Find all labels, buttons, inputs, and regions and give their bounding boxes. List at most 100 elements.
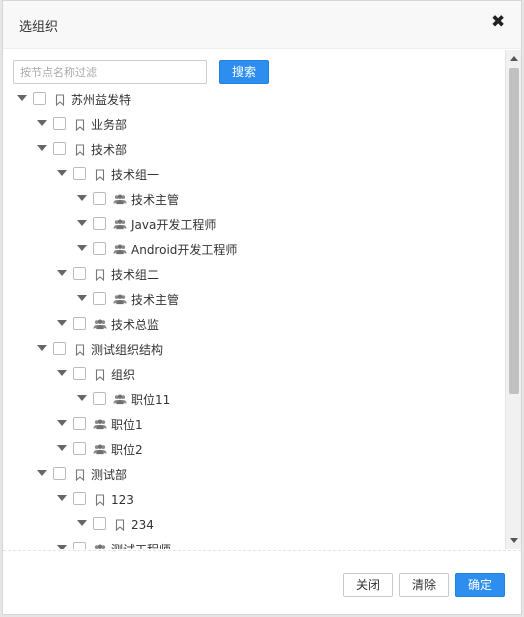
users-icon bbox=[93, 543, 107, 549]
tree-node-checkbox[interactable] bbox=[93, 516, 106, 530]
tree-node-label[interactable]: 技术组一 bbox=[111, 166, 159, 183]
tree-node-label[interactable]: 123 bbox=[111, 493, 134, 507]
expand-arrow-icon[interactable] bbox=[37, 470, 47, 476]
expand-arrow-icon[interactable] bbox=[37, 120, 47, 126]
scroll-down-arrow-icon[interactable] bbox=[510, 538, 518, 543]
tree-node-label[interactable]: 234 bbox=[131, 518, 154, 532]
tree-node-checkbox[interactable] bbox=[73, 441, 86, 455]
tree-node-label[interactable]: 职位1 bbox=[111, 416, 143, 433]
tree-node-checkbox[interactable] bbox=[53, 116, 66, 130]
tree-node[interactable]: 234 bbox=[77, 513, 154, 533]
search-button[interactable]: 搜索 bbox=[219, 60, 269, 84]
tree-node[interactable]: 业务部 bbox=[37, 113, 127, 133]
tree-node[interactable]: 技术总监 bbox=[57, 313, 159, 333]
expand-arrow-icon[interactable] bbox=[77, 220, 87, 226]
node-filter-input[interactable] bbox=[13, 60, 207, 84]
expand-arrow-icon[interactable] bbox=[57, 270, 67, 276]
tree-node-label[interactable]: 组织 bbox=[111, 366, 135, 383]
bookmark-icon bbox=[73, 468, 87, 482]
tree-node[interactable]: 职位11 bbox=[77, 388, 170, 408]
tree-node-checkbox[interactable] bbox=[33, 91, 46, 105]
tree-node-label[interactable]: 测试部 bbox=[91, 466, 127, 483]
expand-arrow-icon[interactable] bbox=[77, 395, 87, 401]
tree-node[interactable]: 技术主管 bbox=[77, 288, 179, 308]
clear-button[interactable]: 清除 bbox=[399, 573, 449, 597]
tree-node[interactable]: 组织 bbox=[57, 363, 135, 383]
tree-node[interactable]: 123 bbox=[57, 488, 134, 508]
tree-node-checkbox[interactable] bbox=[53, 341, 66, 355]
users-icon bbox=[113, 193, 127, 207]
bookmark-icon bbox=[93, 268, 107, 282]
tree-node-label[interactable]: 职位2 bbox=[111, 441, 143, 458]
tree-node-checkbox[interactable] bbox=[73, 541, 86, 549]
tree-node-label[interactable]: 技术总监 bbox=[111, 316, 159, 333]
expand-arrow-icon[interactable] bbox=[57, 445, 67, 451]
tree-node-checkbox[interactable] bbox=[73, 316, 86, 330]
users-icon bbox=[93, 443, 107, 457]
tree-node-checkbox[interactable] bbox=[73, 491, 86, 505]
tree-node-label[interactable]: Android开发工程师 bbox=[131, 241, 237, 258]
tree-node-label[interactable]: 技术部 bbox=[91, 141, 127, 158]
bookmark-icon bbox=[73, 143, 87, 157]
tree-node-checkbox[interactable] bbox=[73, 166, 86, 180]
users-icon bbox=[93, 418, 107, 432]
bookmark-icon bbox=[113, 518, 127, 532]
tree-node[interactable]: 苏州益发特 bbox=[17, 88, 131, 108]
vertical-scrollbar[interactable] bbox=[505, 50, 521, 549]
expand-arrow-icon[interactable] bbox=[77, 195, 87, 201]
expand-arrow-icon[interactable] bbox=[57, 320, 67, 326]
tree-node-label[interactable]: 测试组织结构 bbox=[91, 341, 163, 358]
tree-node-checkbox[interactable] bbox=[73, 266, 86, 280]
bookmark-icon bbox=[93, 368, 107, 382]
tree-node-label[interactable]: 业务部 bbox=[91, 116, 127, 133]
expand-arrow-icon[interactable] bbox=[77, 245, 87, 251]
tree-node[interactable]: Java开发工程师 bbox=[77, 213, 216, 233]
tree-node-label[interactable]: 技术主管 bbox=[131, 191, 179, 208]
expand-arrow-icon[interactable] bbox=[57, 495, 67, 501]
tree-node-checkbox[interactable] bbox=[93, 216, 106, 230]
tree-node-checkbox[interactable] bbox=[93, 191, 106, 205]
scroll-thumb[interactable] bbox=[509, 68, 519, 394]
tree-node-label[interactable]: 技术主管 bbox=[131, 291, 179, 308]
tree-node-checkbox[interactable] bbox=[93, 291, 106, 305]
scroll-up-arrow-icon[interactable] bbox=[510, 56, 518, 61]
dialog-body: 搜索 苏州益发特业务部技术部技术组一技术主管 Java开发工程师 Android开发… bbox=[3, 50, 521, 549]
tree-node-label[interactable]: 测试工程师 bbox=[111, 541, 171, 549]
users-icon bbox=[93, 318, 107, 332]
expand-arrow-icon[interactable] bbox=[37, 145, 47, 151]
expand-arrow-icon[interactable] bbox=[17, 95, 27, 101]
expand-arrow-icon[interactable] bbox=[57, 420, 67, 426]
expand-arrow-icon[interactable] bbox=[57, 545, 67, 549]
tree-node[interactable]: Android开发工程师 bbox=[77, 238, 237, 258]
tree-node[interactable]: 测试工程师 bbox=[57, 538, 171, 549]
tree-node[interactable]: 职位1 bbox=[57, 413, 143, 433]
tree-node[interactable]: 技术组一 bbox=[57, 163, 159, 183]
tree-node-checkbox[interactable] bbox=[93, 241, 106, 255]
confirm-button[interactable]: 确定 bbox=[455, 573, 505, 597]
close-icon[interactable]: ✖ bbox=[491, 13, 507, 31]
users-icon bbox=[113, 243, 127, 257]
tree-node-label[interactable]: Java开发工程师 bbox=[131, 216, 216, 233]
tree-node-label[interactable]: 职位11 bbox=[131, 391, 170, 408]
tree-node-checkbox[interactable] bbox=[53, 141, 66, 155]
tree-node-checkbox[interactable] bbox=[73, 366, 86, 380]
tree-node[interactable]: 测试部 bbox=[37, 463, 127, 483]
users-icon bbox=[113, 293, 127, 307]
bookmark-icon bbox=[53, 93, 67, 107]
expand-arrow-icon[interactable] bbox=[57, 170, 67, 176]
tree-node-checkbox[interactable] bbox=[53, 466, 66, 480]
expand-arrow-icon[interactable] bbox=[77, 295, 87, 301]
tree-node[interactable]: 技术部 bbox=[37, 138, 127, 158]
tree-node-label[interactable]: 技术组二 bbox=[111, 266, 159, 283]
tree-node[interactable]: 技术主管 bbox=[77, 188, 179, 208]
close-button[interactable]: 关闭 bbox=[343, 573, 393, 597]
tree-node[interactable]: 测试组织结构 bbox=[37, 338, 163, 358]
expand-arrow-icon[interactable] bbox=[57, 370, 67, 376]
expand-arrow-icon[interactable] bbox=[77, 520, 87, 526]
tree-node-label[interactable]: 苏州益发特 bbox=[71, 91, 131, 108]
tree-node[interactable]: 技术组二 bbox=[57, 263, 159, 283]
tree-node-checkbox[interactable] bbox=[93, 391, 106, 405]
expand-arrow-icon[interactable] bbox=[37, 345, 47, 351]
tree-node-checkbox[interactable] bbox=[73, 416, 86, 430]
tree-node[interactable]: 职位2 bbox=[57, 438, 143, 458]
